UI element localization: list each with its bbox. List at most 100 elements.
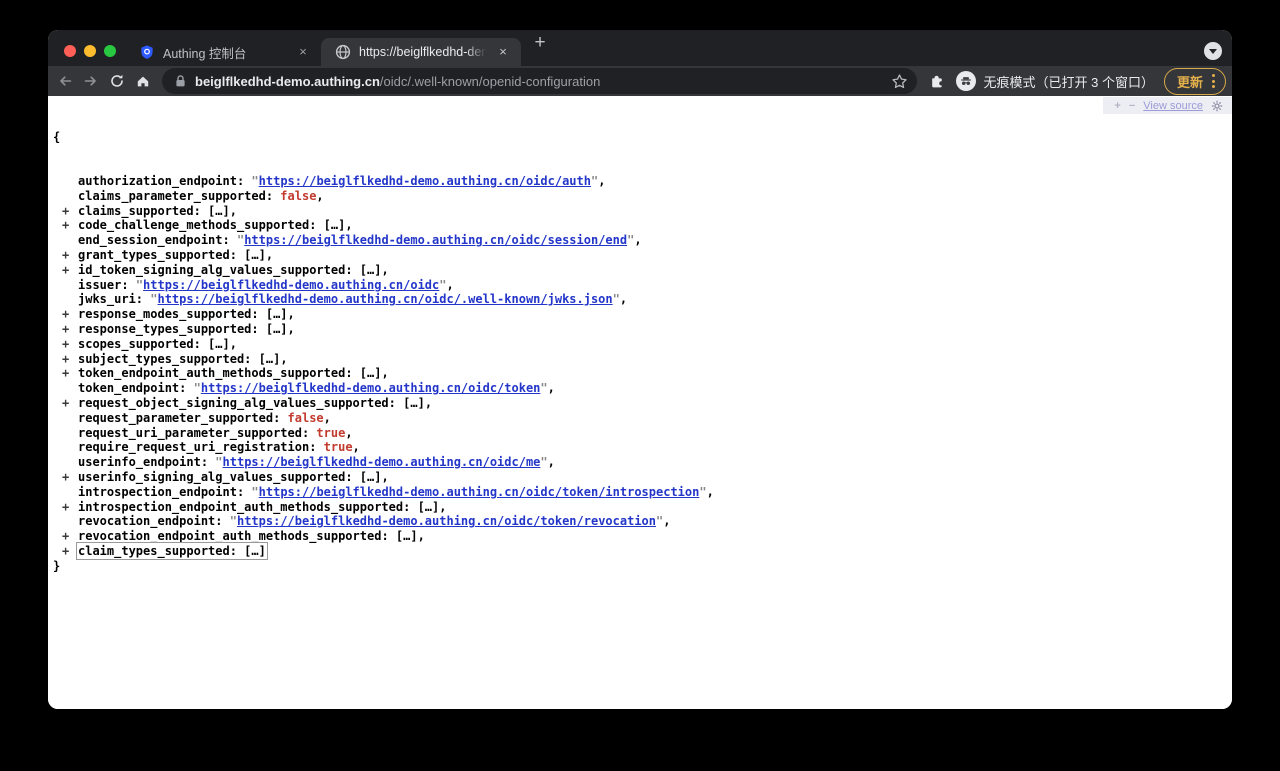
expand-toggle-icon[interactable]: + — [53, 322, 78, 337]
json-link-value[interactable]: https://beiglflkedhd-demo.authing.cn/oid… — [259, 174, 591, 188]
json-collapsed-array: […] — [324, 218, 346, 232]
minimize-window-button[interactable] — [84, 45, 96, 57]
gear-icon[interactable] — [1211, 100, 1223, 112]
incognito-label: 无痕模式（已打开 3 个窗口） — [984, 72, 1154, 91]
address-bar[interactable]: beiglflkedhd-demo.authing.cn/oidc/.well-… — [162, 68, 917, 94]
json-comma: , — [548, 381, 555, 395]
expand-toggle-icon[interactable]: + — [53, 544, 78, 559]
tab-authing-console[interactable]: Authing 控制台 × — [125, 38, 321, 66]
tab-search-button[interactable] — [1204, 42, 1222, 60]
home-button[interactable] — [130, 68, 156, 94]
json-key: grant_types_supported — [78, 248, 230, 262]
expand-toggle-icon[interactable]: + — [53, 366, 78, 381]
json-key: authorization_endpoint — [78, 174, 237, 188]
json-colon: : — [389, 396, 403, 410]
json-collapsed-array: […] — [360, 263, 382, 277]
desktop-background: Authing 控制台 × https://beiglflkedhd-demo.… — [0, 0, 1280, 771]
json-entry: +userinfo_signing_alg_values_supported: … — [53, 470, 1232, 485]
expand-toggle-icon[interactable]: + — [53, 352, 78, 367]
expand-toggle-icon[interactable]: + — [53, 204, 78, 219]
json-comma: , — [381, 366, 388, 380]
kebab-menu-icon[interactable] — [1209, 73, 1218, 89]
expand-toggle-icon[interactable]: + — [53, 500, 78, 515]
entry-content: request_parameter_supported: false — [78, 411, 324, 425]
expand-toggle-icon[interactable]: + — [53, 470, 78, 485]
json-link-value[interactable]: https://beiglflkedhd-demo.authing.cn/oid… — [259, 485, 700, 499]
tab-strip: Authing 控制台 × https://beiglflkedhd-demo.… — [48, 30, 1232, 66]
back-button[interactable] — [52, 68, 78, 94]
update-button[interactable]: 更新 — [1177, 72, 1203, 91]
json-comma: , — [381, 263, 388, 277]
json-entry: end_session_endpoint: "https://beiglflke… — [53, 233, 1232, 248]
json-comma: , — [620, 292, 627, 306]
json-colon: : — [179, 381, 193, 395]
json-entry: introspection_endpoint: "https://beiglfl… — [53, 485, 1232, 500]
tab-openid-configuration[interactable]: https://beiglflkedhd-demo.auth × — [321, 38, 521, 66]
json-quote: " — [251, 485, 258, 499]
json-close-brace: } — [53, 559, 1232, 574]
json-quote: " — [136, 278, 143, 292]
extensions-puzzle-icon[interactable] — [929, 73, 946, 90]
expand-toggle-icon[interactable]: + — [53, 396, 78, 411]
json-key: request_uri_parameter_supported — [78, 426, 302, 440]
json-key: request_object_signing_alg_values_suppor… — [78, 396, 389, 410]
url-path: /oidc/.well-known/openid-configuration — [380, 74, 600, 89]
json-entry: +code_challenge_methods_supported: […], — [53, 218, 1232, 233]
collapse-all-button[interactable]: − — [1129, 100, 1135, 112]
close-window-button[interactable] — [64, 45, 76, 57]
json-key: token_endpoint_auth_methods_supported — [78, 366, 345, 380]
json-link-value[interactable]: https://beiglflkedhd-demo.authing.cn/oid… — [223, 455, 541, 469]
json-key: userinfo_endpoint — [78, 455, 201, 469]
json-entry: +claims_supported: […], — [53, 204, 1232, 219]
json-comma: , — [663, 514, 670, 528]
json-colon: : — [136, 292, 150, 306]
lock-icon — [174, 74, 187, 88]
entry-content: jwks_uri: "https://beiglflkedhd-demo.aut… — [78, 292, 620, 306]
json-comma: , — [548, 455, 555, 469]
json-comma: , — [439, 500, 446, 514]
bookmark-star-icon[interactable] — [891, 73, 908, 90]
json-comma: , — [425, 396, 432, 410]
json-body: { authorization_endpoint: "https://beigl… — [48, 96, 1232, 603]
zoom-window-button[interactable] — [104, 45, 116, 57]
json-colon: : — [244, 352, 258, 366]
browser-menu-update-pill[interactable]: 更新 — [1164, 68, 1226, 95]
json-entry: +introspection_endpoint_auth_methods_sup… — [53, 500, 1232, 515]
json-entry: jwks_uri: "https://beiglflkedhd-demo.aut… — [53, 292, 1232, 307]
entry-content: revocation_endpoint: "https://beiglflked… — [78, 514, 663, 528]
json-link-value[interactable]: https://beiglflkedhd-demo.authing.cn/oid… — [237, 514, 656, 528]
json-link-value[interactable]: https://beiglflkedhd-demo.authing.cn/oid… — [201, 381, 541, 395]
json-collapsed-array: […] — [360, 470, 382, 484]
reload-button[interactable] — [104, 68, 130, 94]
json-key: subject_types_supported — [78, 352, 244, 366]
json-entry: +id_token_signing_alg_values_supported: … — [53, 263, 1232, 278]
expand-all-button[interactable]: + — [1114, 100, 1120, 112]
json-link-value[interactable]: https://beiglflkedhd-demo.authing.cn/oid… — [157, 292, 612, 306]
expand-toggle-icon[interactable]: + — [53, 307, 78, 322]
json-colon: : — [251, 322, 265, 336]
tab-close-icon[interactable]: × — [295, 44, 311, 60]
expand-toggle-icon[interactable]: + — [53, 218, 78, 233]
json-entry: +claim_types_supported: […] — [53, 544, 1232, 559]
expand-toggle-icon[interactable]: + — [53, 263, 78, 278]
json-link-value[interactable]: https://beiglflkedhd-demo.authing.cn/oid… — [143, 278, 439, 292]
json-key: request_parameter_supported — [78, 411, 273, 425]
expand-toggle-icon[interactable]: + — [53, 529, 78, 544]
json-entry: +response_modes_supported: […], — [53, 307, 1232, 322]
url-domain: beiglflkedhd-demo.authing.cn — [195, 74, 380, 89]
view-source-link[interactable]: View source — [1143, 100, 1203, 112]
json-entry: issuer: "https://beiglflkedhd-demo.authi… — [53, 278, 1232, 293]
tab-close-icon[interactable]: × — [495, 44, 511, 60]
new-tab-button[interactable]: + — [526, 30, 554, 58]
json-colon: : — [403, 500, 417, 514]
incognito-indicator: 无痕模式（已打开 3 个窗口） — [956, 71, 1154, 91]
expand-toggle-icon[interactable]: + — [53, 248, 78, 263]
json-link-value[interactable]: https://beiglflkedhd-demo.authing.cn/oid… — [244, 233, 627, 247]
json-entry: +subject_types_supported: […], — [53, 352, 1232, 367]
json-entry: authorization_endpoint: "https://beiglfl… — [53, 174, 1232, 189]
forward-button[interactable] — [78, 68, 104, 94]
expand-toggle-icon[interactable]: + — [53, 337, 78, 352]
json-comma: , — [418, 529, 425, 543]
entry-content: request_uri_parameter_supported: true — [78, 426, 345, 440]
json-comma: , — [230, 337, 237, 351]
